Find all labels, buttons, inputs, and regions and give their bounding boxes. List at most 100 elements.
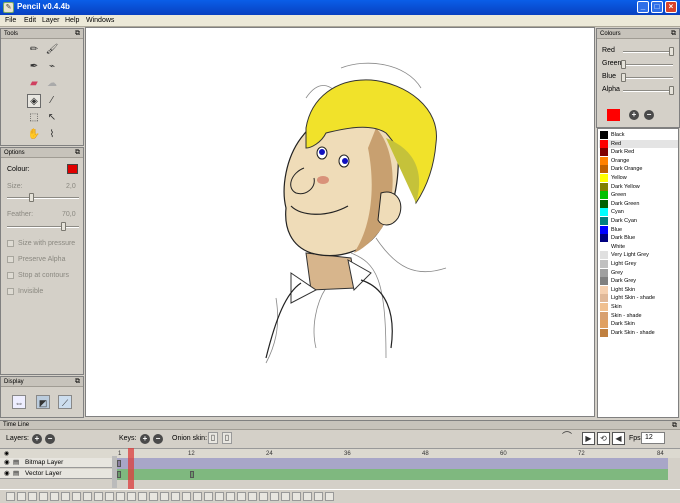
taskbar-icon[interactable] bbox=[226, 492, 235, 501]
remove-key-icon[interactable]: − bbox=[153, 434, 163, 444]
flip-horizontal-icon[interactable]: ⇔ bbox=[12, 395, 26, 409]
taskbar-icon[interactable] bbox=[149, 492, 158, 501]
taskbar-icon[interactable] bbox=[237, 492, 246, 501]
dock-icon[interactable]: ⧉ bbox=[75, 377, 80, 387]
layer-track-vector[interactable] bbox=[117, 469, 668, 480]
taskbar-icon[interactable] bbox=[325, 492, 334, 501]
current-colour-swatch[interactable] bbox=[607, 109, 620, 121]
add-colour-icon[interactable]: + bbox=[629, 110, 639, 120]
maximize-button[interactable]: □ bbox=[651, 1, 663, 13]
taskbar-icon[interactable] bbox=[127, 492, 136, 501]
taskbar-icon[interactable] bbox=[28, 492, 37, 501]
green-slider-track[interactable] bbox=[623, 64, 673, 66]
timeline-splitter[interactable] bbox=[112, 456, 117, 488]
palette-item[interactable]: Blue bbox=[599, 225, 678, 234]
green-slider-handle[interactable] bbox=[621, 60, 626, 69]
taskbar-icon[interactable] bbox=[215, 492, 224, 501]
palette-item[interactable]: Cyan bbox=[599, 208, 678, 217]
taskbar-icon[interactable] bbox=[303, 492, 312, 501]
taskbar-icon[interactable] bbox=[193, 492, 202, 501]
drawing-canvas[interactable] bbox=[85, 27, 595, 417]
palette-item[interactable]: Light Skin - shade bbox=[599, 294, 678, 303]
taskbar-icon[interactable] bbox=[72, 492, 81, 501]
feather-slider-track[interactable] bbox=[7, 226, 79, 228]
taskbar-icon[interactable] bbox=[83, 492, 92, 501]
red-slider-track[interactable] bbox=[623, 51, 673, 53]
palette-item[interactable]: Red bbox=[599, 139, 678, 148]
taskbar-icon[interactable] bbox=[94, 492, 103, 501]
palette-item[interactable]: Dark Cyan bbox=[599, 217, 678, 225]
palette-item[interactable]: Dark Skin bbox=[599, 320, 678, 329]
polyline-icon[interactable]: ⌁ bbox=[45, 60, 59, 74]
palette-item[interactable]: Dark Green bbox=[599, 199, 678, 208]
thin-lines-icon[interactable]: ⟋ bbox=[58, 395, 72, 409]
move-icon[interactable]: ↖ bbox=[45, 111, 59, 125]
layer-row-vector[interactable]: ◉ ▤ Vector Layer bbox=[0, 469, 112, 479]
loop-icon[interactable]: ⟲ bbox=[597, 432, 610, 445]
onion-prev-icon[interactable]: ▯ bbox=[208, 432, 218, 444]
menu-file[interactable]: File bbox=[5, 17, 16, 24]
red-slider-handle[interactable] bbox=[669, 47, 674, 56]
minimize-button[interactable]: _ bbox=[637, 1, 649, 13]
taskbar-icon[interactable] bbox=[171, 492, 180, 501]
smudge-icon[interactable]: ☁ bbox=[45, 77, 59, 91]
palette-item[interactable]: Dark Red bbox=[599, 148, 678, 157]
play-icon[interactable]: ▶ bbox=[582, 432, 595, 445]
sound-icon[interactable]: ◀ bbox=[612, 432, 625, 445]
alpha-slider-handle[interactable] bbox=[669, 86, 674, 95]
fps-input[interactable]: 12 bbox=[641, 432, 665, 444]
visibility-icon[interactable]: ◉ bbox=[4, 458, 10, 468]
colour-swatch[interactable] bbox=[67, 164, 78, 174]
taskbar-icon[interactable] bbox=[61, 492, 70, 501]
pencil-icon[interactable]: ✏ bbox=[27, 43, 41, 57]
taskbar-icon[interactable] bbox=[270, 492, 279, 501]
size-slider-handle[interactable] bbox=[29, 193, 34, 202]
menu-edit[interactable]: Edit bbox=[24, 17, 36, 24]
palette-item[interactable]: Dark Orange bbox=[599, 165, 678, 174]
menu-layer[interactable]: Layer bbox=[42, 17, 60, 24]
palette-item[interactable]: Very Light Grey bbox=[599, 251, 678, 260]
taskbar-icon[interactable] bbox=[259, 492, 268, 501]
taskbar-icon[interactable] bbox=[204, 492, 213, 501]
select-icon[interactable]: ⬚ bbox=[27, 111, 41, 125]
taskbar-icon[interactable] bbox=[6, 492, 15, 501]
remove-colour-icon[interactable]: − bbox=[644, 110, 654, 120]
palette-item[interactable]: Dark Skin - shade bbox=[599, 328, 678, 337]
blue-slider-handle[interactable] bbox=[621, 73, 626, 82]
taskbar-icon[interactable] bbox=[105, 492, 114, 501]
layer-row-bitmap[interactable]: ◉ ▤ Bitmap Layer bbox=[0, 458, 112, 468]
brush-icon[interactable]: 🖌 bbox=[45, 43, 59, 57]
add-key-icon[interactable]: + bbox=[140, 434, 150, 444]
palette-item[interactable]: Light Skin bbox=[599, 285, 678, 294]
palette-item[interactable]: Skin bbox=[599, 303, 678, 311]
keyframe-bitmap[interactable] bbox=[117, 460, 121, 467]
clear-icon[interactable]: ⌇ bbox=[45, 128, 59, 142]
dock-icon[interactable]: ⧉ bbox=[75, 148, 80, 158]
dock-icon[interactable]: ⧉ bbox=[75, 29, 80, 39]
remove-layer-icon[interactable]: − bbox=[45, 434, 55, 444]
eraser-icon[interactable]: ▰ bbox=[27, 77, 41, 91]
close-button[interactable]: × bbox=[665, 1, 677, 13]
taskbar-icon[interactable] bbox=[17, 492, 26, 501]
palette-item[interactable]: Yellow bbox=[599, 174, 678, 182]
palette-item[interactable]: Skin - shade bbox=[599, 311, 678, 320]
pen-icon[interactable]: ✒ bbox=[27, 60, 41, 74]
bucket-icon[interactable]: ◈ bbox=[27, 94, 41, 108]
keyframe-vector-2[interactable] bbox=[190, 471, 194, 478]
layer-track-bitmap[interactable] bbox=[117, 458, 668, 469]
palette-item[interactable]: Black bbox=[599, 131, 678, 139]
size-with-pressure-checkbox[interactable] bbox=[7, 240, 14, 247]
palette-item[interactable]: White bbox=[599, 242, 678, 251]
menu-help[interactable]: Help bbox=[65, 17, 79, 24]
palette-item[interactable]: Dark Grey bbox=[599, 277, 678, 286]
hand-icon[interactable]: ✋ bbox=[27, 128, 41, 142]
taskbar-icon[interactable] bbox=[39, 492, 48, 501]
taskbar-icon[interactable] bbox=[281, 492, 290, 501]
taskbar-icon[interactable] bbox=[292, 492, 301, 501]
size-slider-track[interactable] bbox=[7, 197, 79, 199]
playhead[interactable] bbox=[128, 448, 134, 492]
onion-next-icon[interactable]: ▯ bbox=[222, 432, 232, 444]
taskbar-icon[interactable] bbox=[182, 492, 191, 501]
invisible-checkbox[interactable] bbox=[7, 288, 14, 295]
palette-item[interactable]: Dark Blue bbox=[599, 234, 678, 243]
